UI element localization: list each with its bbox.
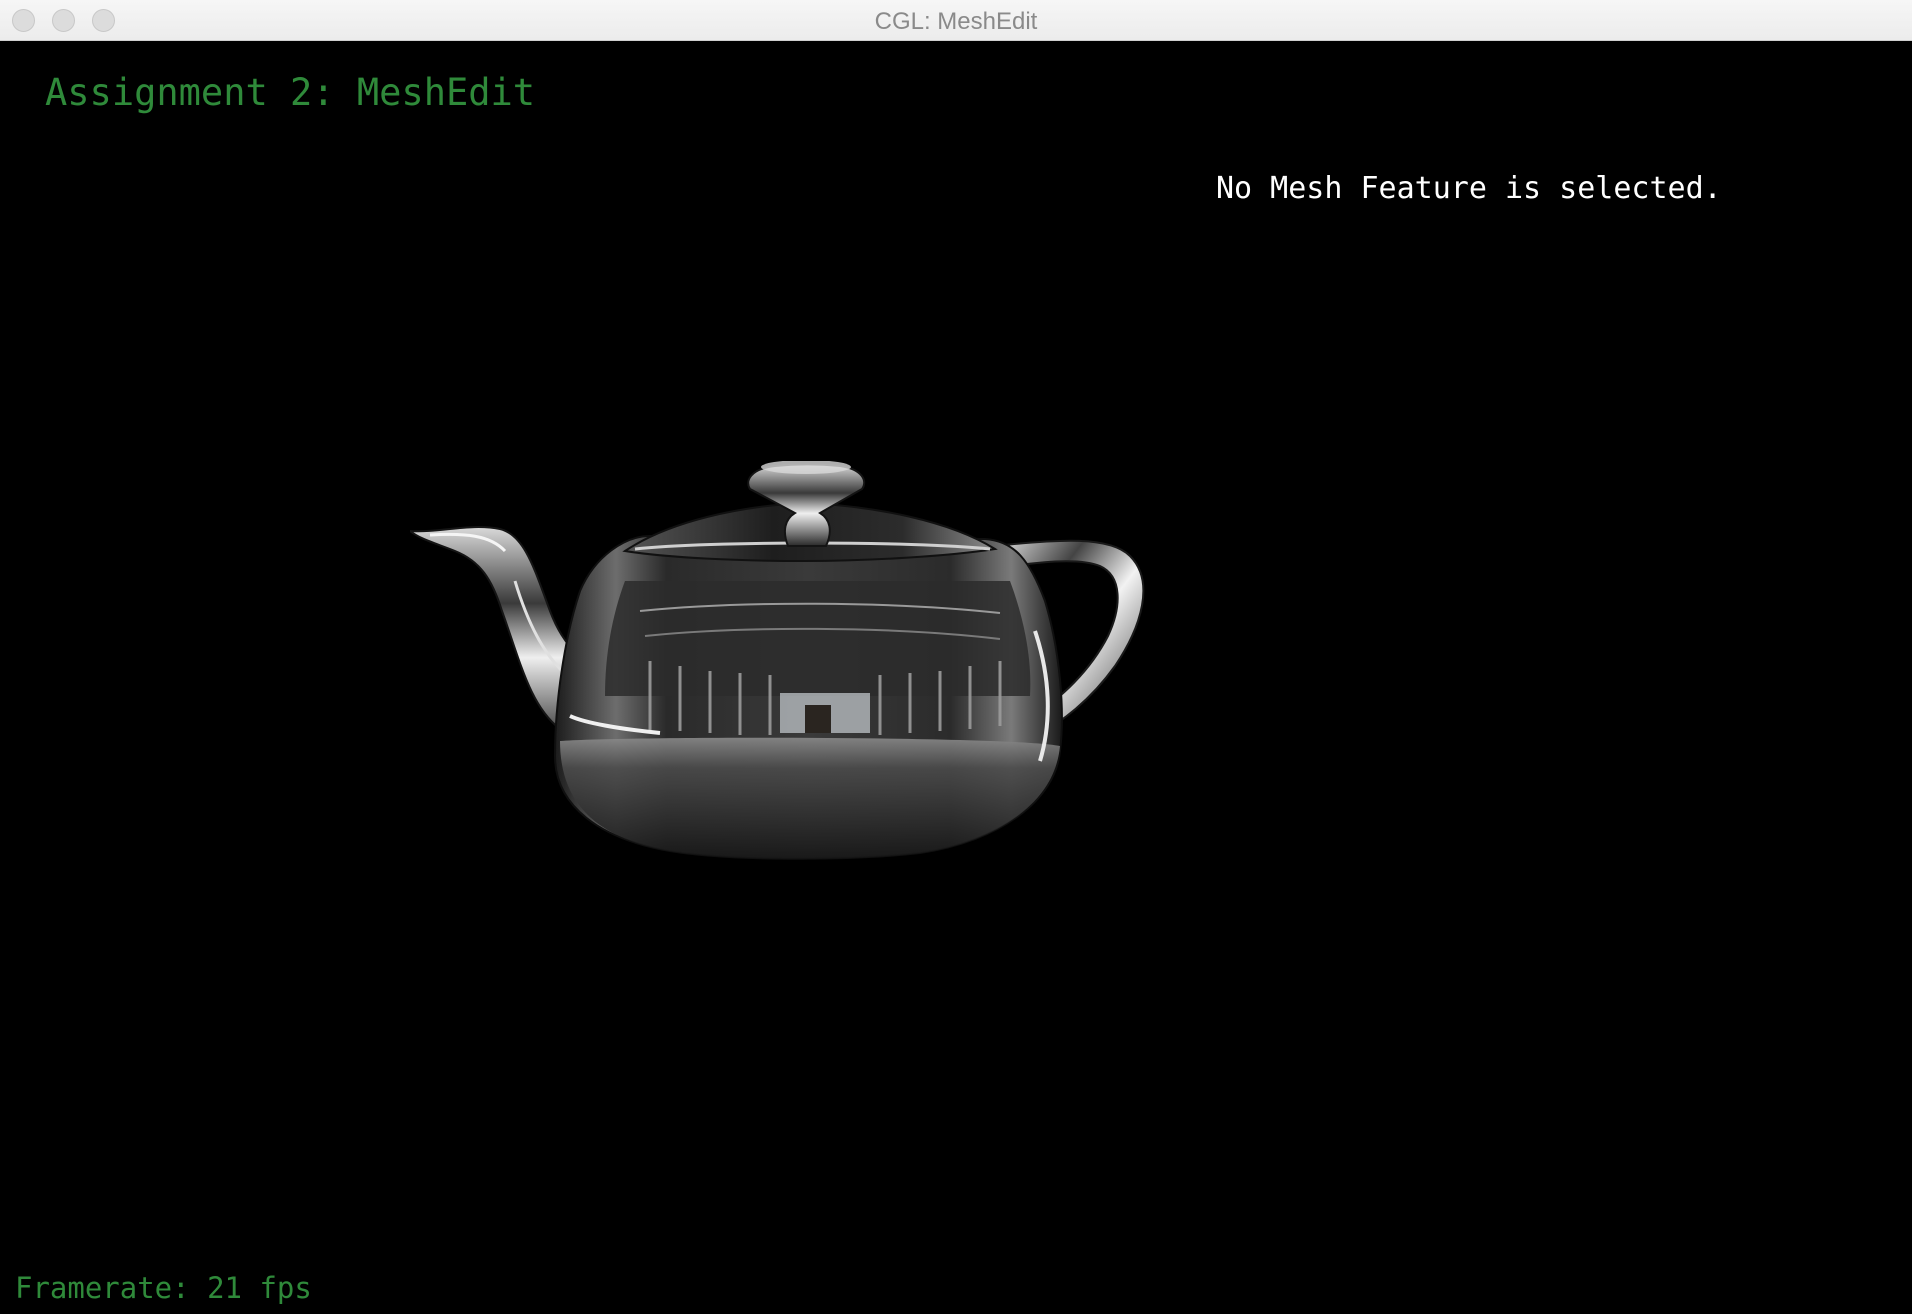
- teapot-body: [553, 534, 1063, 860]
- framerate-readout: Framerate: 21 fps: [15, 1271, 312, 1305]
- render-viewport[interactable]: Assignment 2: MeshEdit No Mesh Feature i…: [0, 41, 1912, 1314]
- teapot-model[interactable]: [410, 461, 1420, 1061]
- title-bar[interactable]: CGL: MeshEdit: [0, 0, 1912, 41]
- window-title: CGL: MeshEdit: [874, 8, 1038, 35]
- selection-status-text: No Mesh Feature is selected.: [1216, 171, 1722, 206]
- assignment-title: Assignment 2: MeshEdit: [45, 71, 536, 114]
- framerate-label: Framerate:: [15, 1271, 190, 1305]
- framerate-value: 21: [207, 1271, 242, 1305]
- framerate-unit: fps: [259, 1271, 312, 1305]
- app-window: CGL: MeshEdit Assignment 2: MeshEdit No …: [0, 0, 1912, 1314]
